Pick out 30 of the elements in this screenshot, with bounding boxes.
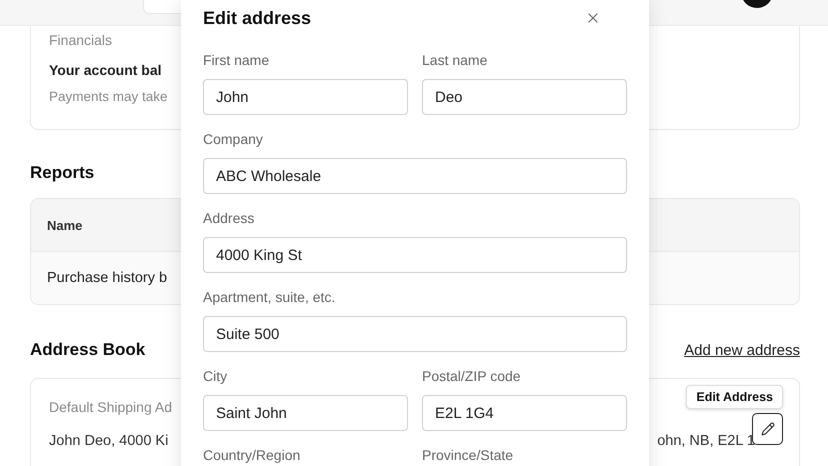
input-field[interactable]: Saint John: [203, 395, 408, 431]
field-label: Country/Region: [203, 446, 302, 465]
field-label: Company: [203, 130, 264, 149]
input-field[interactable]: John: [203, 79, 408, 115]
tooltip: Edit Address: [686, 385, 783, 409]
field-label: Postal/ZIP code: [422, 367, 522, 386]
input-field[interactable]: E2L 1G4: [422, 395, 627, 431]
input-field[interactable]: Suite 500: [203, 316, 627, 352]
field-label: Address: [203, 209, 256, 228]
field-label: Province/State: [422, 446, 514, 465]
field-label: First name: [203, 51, 270, 70]
input-field[interactable]: Deo: [422, 79, 627, 115]
table-cell: Purchase history b: [47, 270, 168, 286]
dialog-title: Edit address: [203, 8, 312, 28]
field-label: City: [203, 367, 228, 386]
pencil-icon: [760, 422, 774, 436]
payment-note: Payments may take: [49, 88, 168, 106]
add-address-link[interactable]: Add new address: [684, 342, 800, 358]
address-text: John Deo, 4000 Ki: [49, 433, 168, 449]
section-heading: Reports: [30, 162, 94, 184]
card-title: Financials: [49, 31, 112, 50]
input-field[interactable]: 4000 King St: [203, 237, 627, 273]
column-header: Name: [47, 218, 82, 232]
address-text: ohn, NB, E2L 1: [657, 433, 755, 449]
address-label: Default Shipping Ad: [49, 398, 172, 417]
section-heading: Address Book: [30, 339, 146, 361]
field-label: Last name: [422, 51, 488, 70]
field-label: Apartment, suite, etc.: [203, 288, 336, 307]
input-field[interactable]: ABC Wholesale: [203, 158, 627, 194]
balance-text: Your account bal: [49, 61, 162, 80]
